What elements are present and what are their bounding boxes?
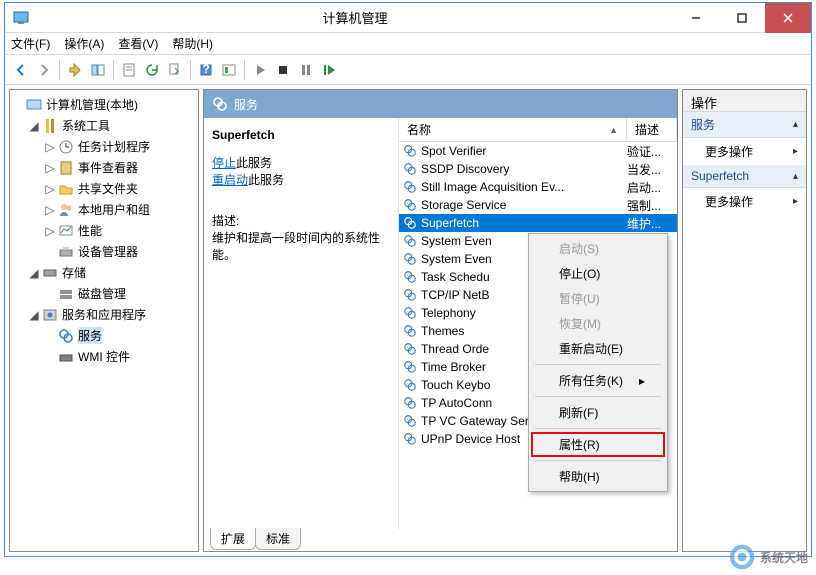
service-name: Superfetch xyxy=(421,216,627,230)
actions-panel: 操作 服务▴ 更多操作▸ Superfetch▴ 更多操作▸ xyxy=(682,89,807,552)
cm-restart[interactable]: 重新启动(E) xyxy=(531,336,665,361)
maximize-button[interactable] xyxy=(719,3,765,33)
desc-label: 描述: xyxy=(212,212,390,229)
service-desc: 维护... xyxy=(627,215,673,232)
menu-action[interactable]: 操作(A) xyxy=(64,35,104,52)
tree-system-tools[interactable]: ◢系统工具 xyxy=(12,115,196,136)
tree-services-apps[interactable]: ◢服务和应用程序 xyxy=(12,304,196,325)
export-button[interactable] xyxy=(165,60,185,80)
desc-text: 维护和提高一段时间内的系统性能。 xyxy=(212,229,390,263)
tree-disk-management[interactable]: 磁盘管理 xyxy=(12,283,196,304)
service-name: Spot Verifier xyxy=(421,144,627,158)
titlebar: 计算机管理 xyxy=(5,3,811,33)
col-name[interactable]: 名称▲ xyxy=(399,118,627,141)
tree-panel[interactable]: 计算机管理(本地) ◢系统工具 ▷任务计划程序 ▷事件查看器 ▷共享文件夹 ▷本… xyxy=(9,89,199,552)
details-pane: Superfetch 停止此服务 重启动此服务 描述: 维护和提高一段时间内的系… xyxy=(204,118,399,529)
cm-pause: 暂停(U) xyxy=(531,286,665,311)
properties-button[interactable] xyxy=(119,60,139,80)
tree-storage[interactable]: ◢存储 xyxy=(12,262,196,283)
service-row[interactable]: Spot Verifier验证... xyxy=(399,142,677,160)
watermark: 系统天地 xyxy=(728,543,808,571)
stop-link[interactable]: 停止 xyxy=(212,156,236,170)
menu-view[interactable]: 查看(V) xyxy=(118,35,158,52)
tree-local-users[interactable]: ▷本地用户和组 xyxy=(12,199,196,220)
list-header: 名称▲ 描述 xyxy=(399,118,677,142)
toolbar: ? xyxy=(5,55,811,85)
main-window: 计算机管理 文件(F) 操作(A) 查看(V) 帮助(H) ? 计算机管理 xyxy=(4,2,812,557)
action-group-superfetch[interactable]: Superfetch▴ xyxy=(683,165,806,188)
tree-shared-folders[interactable]: ▷共享文件夹 xyxy=(12,178,196,199)
cm-help[interactable]: 帮助(H) xyxy=(531,464,665,489)
menubar: 文件(F) 操作(A) 查看(V) 帮助(H) xyxy=(5,33,811,55)
service-desc: 验证... xyxy=(627,143,673,160)
help-button[interactable]: ? xyxy=(196,60,216,80)
cm-properties[interactable]: 属性(R) xyxy=(531,432,665,457)
tree-event-viewer[interactable]: ▷事件查看器 xyxy=(12,157,196,178)
selected-service-name: Superfetch xyxy=(212,128,390,142)
toolbar-icon-5[interactable] xyxy=(219,60,239,80)
tab-standard[interactable]: 标准 xyxy=(255,528,301,550)
service-desc: 当发... xyxy=(627,161,673,178)
window-title: 计算机管理 xyxy=(37,8,673,27)
cm-alltasks[interactable]: 所有任务(K)▸ xyxy=(531,368,665,393)
tree-performance[interactable]: ▷性能 xyxy=(12,220,196,241)
service-name: Storage Service xyxy=(421,198,627,212)
cm-refresh[interactable]: 刷新(F) xyxy=(531,400,665,425)
service-row[interactable]: SSDP Discovery当发... xyxy=(399,160,677,178)
service-name: SSDP Discovery xyxy=(421,162,627,176)
tree-task-scheduler[interactable]: ▷任务计划程序 xyxy=(12,136,196,157)
service-desc: 强制... xyxy=(627,197,673,214)
menu-file[interactable]: 文件(F) xyxy=(11,35,50,52)
cm-start: 启动(S) xyxy=(531,236,665,261)
action-more-2[interactable]: 更多操作▸ xyxy=(683,188,806,215)
svg-text:?: ? xyxy=(202,62,209,76)
col-desc[interactable]: 描述 xyxy=(627,118,677,141)
center-header: 服务 xyxy=(204,90,677,118)
menu-help[interactable]: 帮助(H) xyxy=(172,35,213,52)
refresh-button[interactable] xyxy=(142,60,162,80)
minimize-button[interactable] xyxy=(673,3,719,33)
tree-services[interactable]: 服务 xyxy=(12,325,196,346)
cm-resume: 恢复(M) xyxy=(531,311,665,336)
service-row[interactable]: Storage Service强制... xyxy=(399,196,677,214)
content-area: 计算机管理(本地) ◢系统工具 ▷任务计划程序 ▷事件查看器 ▷共享文件夹 ▷本… xyxy=(5,85,811,556)
app-icon xyxy=(13,10,29,26)
restart-link[interactable]: 重启动 xyxy=(212,173,248,187)
tab-extended[interactable]: 扩展 xyxy=(210,528,256,550)
context-menu[interactable]: 启动(S) 停止(O) 暂停(U) 恢复(M) 重新启动(E) 所有任务(K)▸… xyxy=(528,233,668,492)
service-desc: 启动... xyxy=(627,179,673,196)
close-button[interactable] xyxy=(765,3,811,33)
back-button[interactable] xyxy=(11,60,31,80)
forward-button[interactable] xyxy=(34,60,54,80)
actions-title: 操作 xyxy=(683,90,806,112)
service-name: Still Image Acquisition Ev... xyxy=(421,180,627,194)
action-more-1[interactable]: 更多操作▸ xyxy=(683,138,806,165)
service-row[interactable]: Superfetch维护... xyxy=(399,214,677,232)
services-icon xyxy=(212,96,228,112)
tree-root[interactable]: 计算机管理(本地) xyxy=(12,94,196,115)
tree-wmi[interactable]: WMI 控件 xyxy=(12,346,196,367)
play-button[interactable] xyxy=(250,60,270,80)
cm-stop[interactable]: 停止(O) xyxy=(531,261,665,286)
pause-button[interactable] xyxy=(296,60,316,80)
service-row[interactable]: Still Image Acquisition Ev...启动... xyxy=(399,178,677,196)
action-group-services[interactable]: 服务▴ xyxy=(683,112,806,138)
restart-button[interactable] xyxy=(319,60,339,80)
stop-button[interactable] xyxy=(273,60,293,80)
up-button[interactable] xyxy=(65,60,85,80)
tabs: 扩展 标准 xyxy=(204,529,677,551)
show-hide-tree-button[interactable] xyxy=(88,60,108,80)
tree-device-manager[interactable]: 设备管理器 xyxy=(12,241,196,262)
